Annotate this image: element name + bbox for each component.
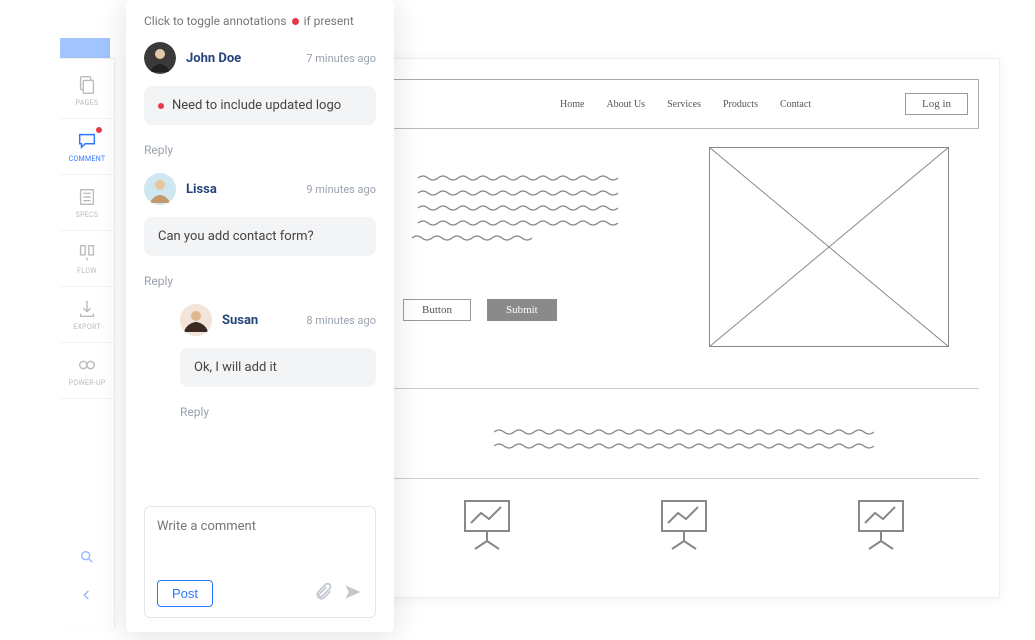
comment-timestamp: 7 minutes ago: [306, 52, 376, 65]
export-icon: [76, 298, 98, 320]
wireframe-nav-item: About Us: [606, 99, 645, 110]
comment-thread-item: Lissa 9 minutes ago Can you add contact …: [144, 173, 376, 256]
reply-link[interactable]: Reply: [144, 274, 376, 288]
pages-icon: [76, 74, 98, 96]
reply-link[interactable]: Reply: [144, 405, 376, 419]
sidebar-header-bar: [60, 38, 110, 58]
sidebar-item-pages[interactable]: PAGES: [60, 63, 114, 119]
presentation-icon: [849, 493, 913, 557]
comment-panel: Click to toggle annotations if present J…: [126, 0, 394, 632]
comment-timestamp: 9 minutes ago: [306, 183, 376, 196]
wireframe-icon-row: [389, 479, 979, 569]
comment-body: Can you add contact form?: [144, 217, 376, 256]
wireframe-login-button: Log in: [905, 93, 968, 115]
sidebar-search[interactable]: [60, 538, 114, 576]
reply-link[interactable]: Reply: [144, 143, 376, 157]
wireframe-image-placeholder: [709, 147, 949, 347]
comment-composer: Post: [144, 506, 376, 618]
comment-body: Ok, I will add it: [180, 348, 376, 387]
comment-thread-item: John Doe 7 minutes ago Need to include u…: [144, 42, 376, 125]
sidebar-item-label: EXPORT: [73, 323, 101, 331]
comment-thread-item-reply: Susan 8 minutes ago Ok, I will add it: [144, 304, 376, 387]
wireframe-nav-item: Contact: [780, 99, 811, 110]
sidebar-item-powerup[interactable]: POWER-UP: [60, 343, 114, 399]
sidebar-item-specs[interactable]: SPECS: [60, 175, 114, 231]
sidebar-item-flow[interactable]: FLOW: [60, 231, 114, 287]
annotation-marker-icon[interactable]: [158, 103, 164, 109]
annotation-dot-icon: [292, 18, 299, 25]
wireframe-nav-item: Home: [560, 99, 584, 110]
wireframe-button-primary: Button: [403, 299, 471, 321]
sidebar-item-export[interactable]: EXPORT: [60, 287, 114, 343]
sidebar-item-label: POWER-UP: [68, 379, 105, 387]
notification-badge: [94, 125, 104, 135]
avatar: [144, 42, 176, 74]
avatar: [180, 304, 212, 336]
left-sidebar: PAGES COMMENT SPECS FLOW EXPORT POWER-UP: [60, 58, 115, 628]
specs-icon: [76, 186, 98, 208]
comment-author: Susan: [222, 313, 258, 328]
wireframe-nav-item: Services: [667, 99, 701, 110]
wireframe-text-block: [403, 169, 633, 237]
avatar: [144, 173, 176, 205]
comment-author: John Doe: [186, 51, 241, 66]
wireframe-nav-item: Products: [723, 99, 758, 110]
sidebar-item-label: FLOW: [77, 267, 97, 275]
sidebar-item-label: PAGES: [76, 99, 99, 107]
presentation-icon: [652, 493, 716, 557]
sidebar-collapse[interactable]: [60, 576, 114, 614]
wireframe-text-section: [389, 389, 979, 479]
comment-input[interactable]: [157, 519, 363, 580]
send-arrow-icon[interactable]: [343, 582, 363, 606]
wireframe-nav: Home About Us Services Products Contact …: [389, 79, 979, 129]
powerup-icon: [76, 354, 98, 376]
comment-body: Need to include updated logo: [144, 86, 376, 125]
post-button[interactable]: Post: [157, 580, 213, 607]
comment-timestamp: 8 minutes ago: [306, 314, 376, 327]
comment-author: Lissa: [186, 182, 217, 197]
wireframe-button-submit: Submit: [487, 299, 557, 321]
attachment-icon[interactable]: [313, 582, 333, 606]
sidebar-item-label: COMMENT: [69, 155, 106, 163]
wireframe-page: Home About Us Services Products Contact …: [389, 79, 979, 569]
presentation-icon: [455, 493, 519, 557]
sidebar-item-comment[interactable]: COMMENT: [60, 119, 114, 175]
sidebar-item-label: SPECS: [76, 211, 99, 219]
panel-hint: Click to toggle annotations if present: [144, 14, 376, 28]
flow-icon: [76, 242, 98, 264]
